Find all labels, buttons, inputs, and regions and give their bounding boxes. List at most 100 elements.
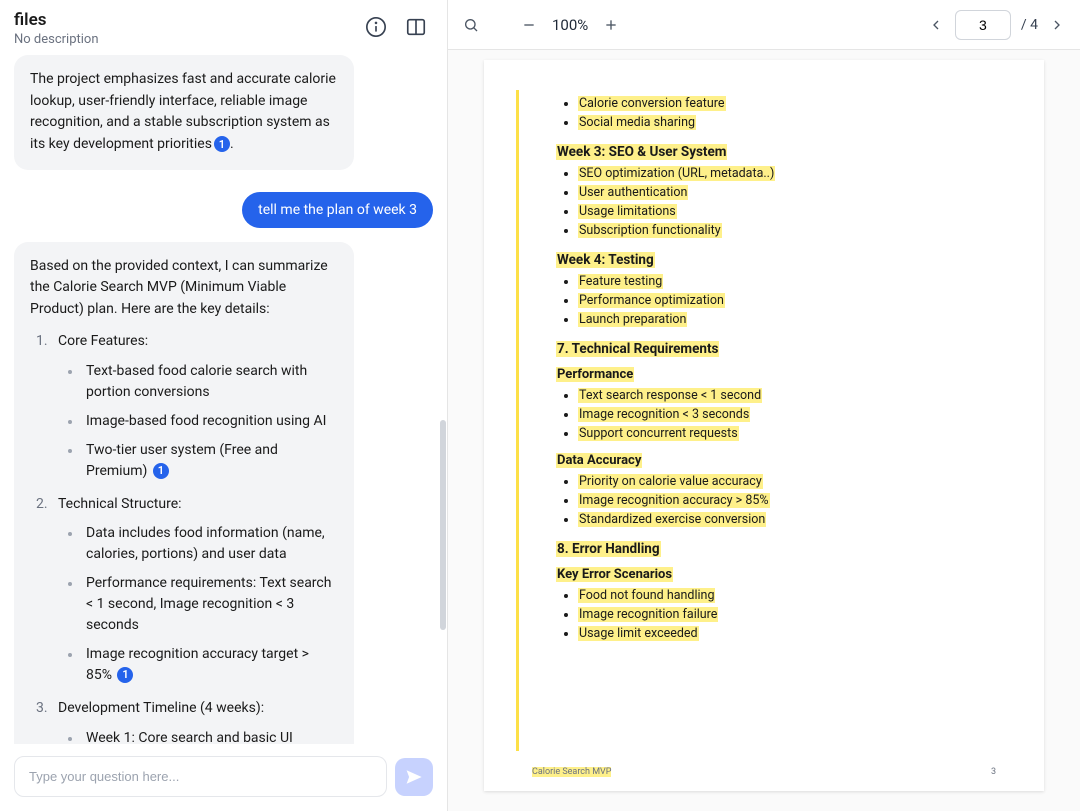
list-item: Standardized exercise conversion bbox=[578, 512, 1004, 527]
chat-scroll-area[interactable]: The project emphasizes fast and accurate… bbox=[0, 55, 447, 744]
page-total: / 4 bbox=[1021, 17, 1038, 33]
section-items: Text-based food calorie search with port… bbox=[58, 361, 338, 482]
section-label: Development Timeline (4 weeks): bbox=[58, 698, 338, 720]
highlighted-text: Food not found handling bbox=[578, 588, 715, 603]
list-item: Usage limit exceeded bbox=[578, 626, 1004, 641]
highlighted-text: Text search response < 1 second bbox=[578, 388, 762, 403]
list-item: Calorie conversion feature bbox=[578, 96, 1004, 111]
summary-section: Technical Structure: Data includes food i… bbox=[30, 494, 338, 687]
section-label: Core Features: bbox=[58, 331, 338, 353]
citation-badge[interactable]: 1 bbox=[214, 136, 230, 152]
summary-section: Core Features: Text-based food calorie se… bbox=[30, 331, 338, 482]
footer-title: Calorie Search MVP bbox=[532, 767, 611, 777]
list-item: User authentication bbox=[578, 185, 1004, 200]
user-message: tell me the plan of week 3 bbox=[242, 192, 433, 228]
section-label: Technical Structure: bbox=[58, 494, 338, 516]
document-toolbar: 100% / 4 bbox=[448, 0, 1080, 50]
doc-list: Food not found handling Image recognition… bbox=[556, 588, 1004, 641]
highlighted-text: Social media sharing bbox=[578, 115, 696, 130]
list-item: Image recognition < 3 seconds bbox=[578, 407, 1004, 422]
chat-header: files No description bbox=[0, 0, 447, 55]
highlighted-text: Usage limit exceeded bbox=[578, 626, 699, 641]
list-item: Performance requirements: Text search < … bbox=[58, 573, 338, 636]
page-number-input[interactable] bbox=[955, 10, 1011, 40]
highlighted-text: Performance optimization bbox=[578, 293, 725, 308]
highlighted-text: Calorie conversion feature bbox=[578, 96, 726, 111]
send-button[interactable] bbox=[395, 758, 433, 796]
next-page-icon[interactable] bbox=[1048, 16, 1066, 34]
doc-subheading: Performance bbox=[556, 367, 1004, 382]
highlighted-text: 7. Technical Requirements bbox=[556, 341, 719, 357]
highlight-margin bbox=[516, 90, 519, 751]
highlighted-text: Key Error Scenarios bbox=[556, 567, 673, 582]
zoom-level: 100% bbox=[552, 16, 588, 34]
doc-list: Feature testing Performance optimization L… bbox=[556, 274, 1004, 327]
list-item: Launch preparation bbox=[578, 312, 1004, 327]
list-item: Image recognition accuracy > 85% bbox=[578, 493, 1004, 508]
highlighted-text: Week 4: Testing bbox=[556, 252, 655, 268]
highlighted-text: User authentication bbox=[578, 185, 688, 200]
highlighted-text: Standardized exercise conversion bbox=[578, 512, 766, 527]
list-item: Performance optimization bbox=[578, 293, 1004, 308]
doc-heading: Week 4: Testing bbox=[556, 252, 1004, 268]
summary-section: Development Timeline (4 weeks): Week 1: C… bbox=[30, 698, 338, 744]
assistant-message: Based on the provided context, I can sum… bbox=[14, 242, 354, 744]
highlighted-text: Image recognition < 3 seconds bbox=[578, 407, 750, 422]
list-item: Image recognition accuracy target > 85% … bbox=[58, 644, 338, 686]
list-item: Social media sharing bbox=[578, 115, 1004, 130]
doc-subheading: Key Error Scenarios bbox=[556, 567, 1004, 582]
highlighted-text: Priority on calorie value accuracy bbox=[578, 474, 763, 489]
assistant-text: The project emphasizes fast and accurate… bbox=[30, 71, 336, 152]
list-item: SEO optimization (URL, metadata..) bbox=[578, 166, 1004, 181]
doc-list: Calorie conversion feature Social media s… bbox=[556, 96, 1004, 130]
doc-list: Text search response < 1 second Image rec… bbox=[556, 388, 1004, 441]
list-item: Support concurrent requests bbox=[578, 426, 1004, 441]
chat-input[interactable] bbox=[14, 756, 387, 797]
doc-heading: 8. Error Handling bbox=[556, 541, 1004, 557]
zoom-in-icon[interactable] bbox=[602, 16, 620, 34]
doc-list: Priority on calorie value accuracy Image … bbox=[556, 474, 1004, 527]
highlighted-text: Feature testing bbox=[578, 274, 663, 289]
document-page: Calorie conversion feature Social media s… bbox=[484, 60, 1044, 791]
highlighted-text: Image recognition failure bbox=[578, 607, 718, 622]
highlighted-text: Performance bbox=[556, 367, 634, 382]
list-item: Text-based food calorie search with port… bbox=[58, 361, 338, 403]
file-subtitle: No description bbox=[14, 32, 99, 47]
list-item: Image recognition failure bbox=[578, 607, 1004, 622]
list-item: Usage limitations bbox=[578, 204, 1004, 219]
prev-page-icon[interactable] bbox=[927, 16, 945, 34]
highlighted-text: Launch preparation bbox=[578, 312, 687, 327]
scrollbar-thumb[interactable] bbox=[440, 420, 446, 630]
page-footer: Calorie Search MVP 3 bbox=[532, 767, 996, 777]
doc-heading: Week 3: SEO & User System bbox=[556, 144, 1004, 160]
list-item: Priority on calorie value accuracy bbox=[578, 474, 1004, 489]
list-item: Two-tier user system (Free and Premium) … bbox=[58, 440, 338, 482]
list-item: Feature testing bbox=[578, 274, 1004, 289]
highlighted-text: Image recognition accuracy > 85% bbox=[578, 493, 770, 508]
list-item: Data includes food information (name, ca… bbox=[58, 523, 338, 565]
highlighted-text: Support concurrent requests bbox=[578, 426, 739, 441]
list-item: Image-based food recognition using AI bbox=[58, 411, 338, 432]
highlighted-text: Subscription functionality bbox=[578, 223, 722, 238]
summary-list: Core Features: Text-based food calorie se… bbox=[30, 331, 338, 744]
assistant-intro: Based on the provided context, I can sum… bbox=[30, 256, 338, 321]
assistant-message: The project emphasizes fast and accurate… bbox=[14, 55, 354, 170]
highlighted-text: Week 3: SEO & User System bbox=[556, 144, 727, 160]
search-icon[interactable] bbox=[462, 16, 480, 34]
citation-badge[interactable]: 1 bbox=[153, 463, 169, 479]
document-viewport[interactable]: Calorie conversion feature Social media s… bbox=[448, 50, 1080, 811]
section-items: Week 1: Core search and basic UIWeek 2: … bbox=[58, 728, 338, 744]
panel-layout-icon[interactable] bbox=[405, 16, 427, 38]
info-icon[interactable] bbox=[365, 16, 387, 38]
file-title: files bbox=[14, 10, 99, 30]
citation-badge[interactable]: 1 bbox=[117, 667, 133, 683]
list-item: Week 1: Core search and basic UI bbox=[58, 728, 338, 744]
list-item: Food not found handling bbox=[578, 588, 1004, 603]
chat-input-bar bbox=[0, 744, 447, 811]
zoom-out-icon[interactable] bbox=[520, 16, 538, 34]
highlighted-text: 8. Error Handling bbox=[556, 541, 661, 557]
footer-page-num: 3 bbox=[991, 767, 996, 777]
chat-panel: files No description The project emphasi… bbox=[0, 0, 448, 811]
list-item: Text search response < 1 second bbox=[578, 388, 1004, 403]
highlighted-text: SEO optimization (URL, metadata..) bbox=[578, 166, 775, 181]
